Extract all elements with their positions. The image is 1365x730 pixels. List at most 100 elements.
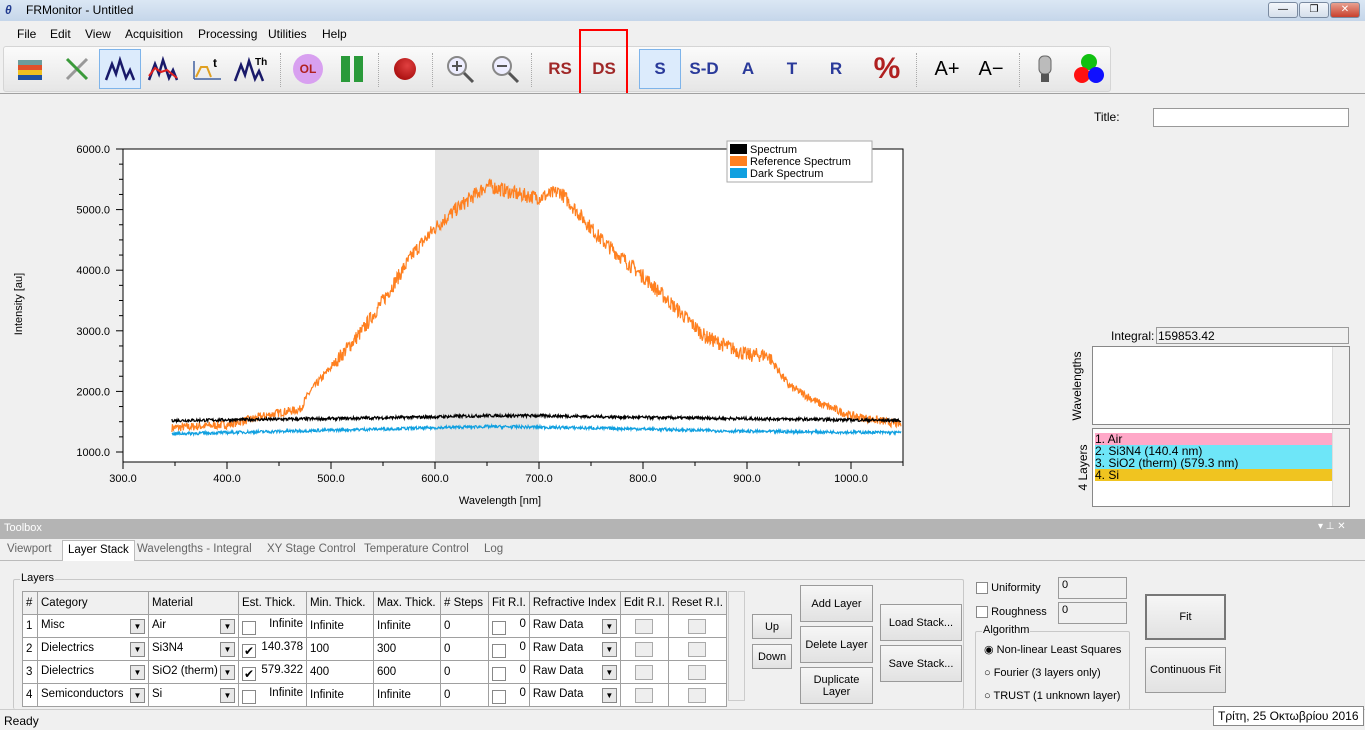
category-select[interactable]: Misc ▼	[37, 614, 149, 638]
tab-xy-stage-control[interactable]: XY Stage Control	[267, 543, 356, 555]
max-thick-cell[interactable]: 600	[373, 660, 441, 684]
add-layer-button[interactable]: Add Layer	[800, 585, 873, 622]
tools-button[interactable]	[56, 49, 98, 89]
record-button[interactable]	[384, 49, 426, 89]
chevron-down-icon[interactable]: ▼	[601, 641, 617, 657]
est-thick-cell[interactable]: Infinite	[238, 614, 307, 638]
table-scrollbar[interactable]	[728, 591, 745, 701]
chevron-down-icon[interactable]: ▼	[601, 687, 617, 703]
tab-layer-stack[interactable]: Layer Stack	[62, 540, 135, 561]
toolbox-menu-icon[interactable]: ▾ ⊥ ✕	[1318, 521, 1346, 532]
uniformity-checkbox[interactable]	[976, 582, 988, 595]
uniformity-input[interactable]: 0	[1058, 577, 1127, 599]
layers-list[interactable]: 1. Air 2. Si3N4 (140.4 nm) 3. SiO2 (ther…	[1092, 428, 1350, 507]
edit-ri-button[interactable]	[635, 618, 654, 634]
est-thick-checkbox[interactable]	[242, 620, 256, 635]
est-thick-cell[interactable]: Infinite	[238, 683, 307, 707]
up-button[interactable]: Up	[752, 614, 792, 639]
wavelengths-scrollbar[interactable]	[1332, 347, 1349, 424]
algorithm-option-nlls[interactable]: ◉ Non-linear Least Squares	[984, 643, 1121, 656]
reset-ri-button[interactable]	[688, 641, 707, 657]
r-button[interactable]: R	[815, 49, 857, 89]
menu-help[interactable]: Help	[322, 27, 347, 41]
fit-ri-checkbox[interactable]	[492, 666, 506, 681]
layers-scrollbar[interactable]	[1332, 429, 1349, 506]
steps-cell[interactable]: 0	[440, 683, 489, 707]
continuous-fit-button[interactable]: Continuous Fit	[1145, 647, 1226, 693]
reflectance-button[interactable]	[142, 49, 184, 89]
fit-ri-checkbox[interactable]	[492, 620, 506, 635]
chevron-down-icon[interactable]: ▼	[601, 618, 617, 634]
title-input[interactable]	[1153, 108, 1349, 127]
tab-wavelengths-integral[interactable]: Wavelengths - Integral	[137, 543, 252, 555]
rgb-button[interactable]	[1068, 49, 1110, 89]
reset-ri-button[interactable]	[688, 687, 707, 703]
steps-cell[interactable]: 0	[440, 637, 489, 661]
delete-layer-button[interactable]: Delete Layer	[800, 626, 873, 663]
tab-viewport[interactable]: Viewport	[7, 543, 52, 555]
tab-temperature-control[interactable]: Temperature Control	[364, 543, 469, 555]
layer-list-item[interactable]: 3. SiO2 (therm) (579.3 nm)	[1095, 457, 1333, 469]
zoom-in-button[interactable]	[439, 49, 481, 89]
est-thick-cell[interactable]: ✔ 579.322	[238, 660, 307, 684]
zoom-out-button[interactable]	[484, 49, 526, 89]
chevron-down-icon[interactable]: ▼	[130, 687, 145, 703]
save-stack-button[interactable]: Save Stack...	[880, 645, 962, 682]
est-thick-cell[interactable]: ✔ 140.378	[238, 637, 307, 661]
chevron-down-icon[interactable]: ▼	[130, 641, 145, 657]
minimize-button[interactable]: —	[1268, 2, 1298, 18]
uniformity-option[interactable]: Uniformity	[976, 582, 1041, 595]
fit-ri-checkbox[interactable]	[492, 643, 506, 658]
steps-cell[interactable]: 0	[440, 660, 489, 684]
menu-file[interactable]: File	[17, 27, 36, 41]
est-thick-checkbox[interactable]	[242, 689, 256, 704]
rs-button[interactable]: RS	[539, 49, 581, 89]
fit-ri-cell[interactable]: 0	[488, 637, 530, 661]
table-row[interactable]: 3 Dielectrics ▼ SiO2 (therm) ▼ ✔ 579.322 40…	[22, 660, 727, 684]
table-row[interactable]: 4 Semiconductors ▼ Si ▼ Infinite Infinite …	[22, 683, 727, 707]
layer-list-item[interactable]: 4. Si	[1095, 469, 1333, 481]
roughness-input[interactable]: 0	[1058, 602, 1127, 624]
tab-log[interactable]: Log	[484, 543, 503, 555]
s-d-button[interactable]: S-D	[683, 49, 725, 89]
chevron-down-icon[interactable]: ▼	[220, 687, 235, 703]
chevron-down-icon[interactable]: ▼	[220, 641, 235, 657]
menu-edit[interactable]: Edit	[50, 27, 71, 41]
t-button[interactable]: T	[771, 49, 813, 89]
font-decrease-button[interactable]: A−	[970, 49, 1012, 89]
layers-button[interactable]	[10, 49, 52, 89]
chevron-down-icon[interactable]: ▼	[130, 618, 145, 634]
algorithm-option-fourier[interactable]: ○ Fourier (3 layers only)	[984, 667, 1101, 679]
load-stack-button[interactable]: Load Stack...	[880, 604, 962, 641]
down-button[interactable]: Down	[752, 644, 792, 669]
chevron-down-icon[interactable]: ▼	[130, 664, 145, 680]
min-thick-cell[interactable]: Infinite	[306, 683, 374, 707]
max-thick-cell[interactable]: 300	[373, 637, 441, 661]
edit-ri-button[interactable]	[635, 664, 654, 680]
s-button[interactable]: S	[639, 49, 681, 89]
table-row[interactable]: 2 Dielectrics ▼ Si3N4 ▼ ✔ 140.378 100 300 0…	[22, 637, 727, 661]
wavelengths-list[interactable]	[1092, 346, 1350, 425]
fit-ri-cell[interactable]: 0	[488, 660, 530, 684]
menu-view[interactable]: View	[85, 27, 111, 41]
chevron-down-icon[interactable]: ▼	[220, 664, 235, 680]
min-thick-cell[interactable]: 400	[306, 660, 374, 684]
min-thick-cell[interactable]: Infinite	[306, 614, 374, 638]
maximize-button[interactable]: ❐	[1299, 2, 1329, 18]
fit-ri-checkbox[interactable]	[492, 689, 506, 704]
overlay-button[interactable]: OL	[287, 49, 329, 89]
category-select[interactable]: Semiconductors ▼	[37, 683, 149, 707]
material-select[interactable]: SiO2 (therm) ▼	[148, 660, 239, 684]
refractive-index-select[interactable]: Raw Data ▼	[528, 614, 621, 638]
lamp-button[interactable]	[1024, 49, 1066, 89]
steps-cell[interactable]: 0	[440, 614, 489, 638]
category-select[interactable]: Dielectrics ▼	[37, 637, 149, 661]
refractive-index-select[interactable]: Raw Data ▼	[528, 637, 621, 661]
max-thick-cell[interactable]: Infinite	[373, 683, 441, 707]
percent-button[interactable]: %	[866, 49, 908, 89]
fit-ri-cell[interactable]: 0	[488, 614, 530, 638]
fit-ri-cell[interactable]: 0	[488, 683, 530, 707]
reset-ri-button[interactable]	[688, 664, 707, 680]
min-thick-cell[interactable]: 100	[306, 637, 374, 661]
refractive-index-select[interactable]: Raw Data ▼	[528, 683, 621, 707]
